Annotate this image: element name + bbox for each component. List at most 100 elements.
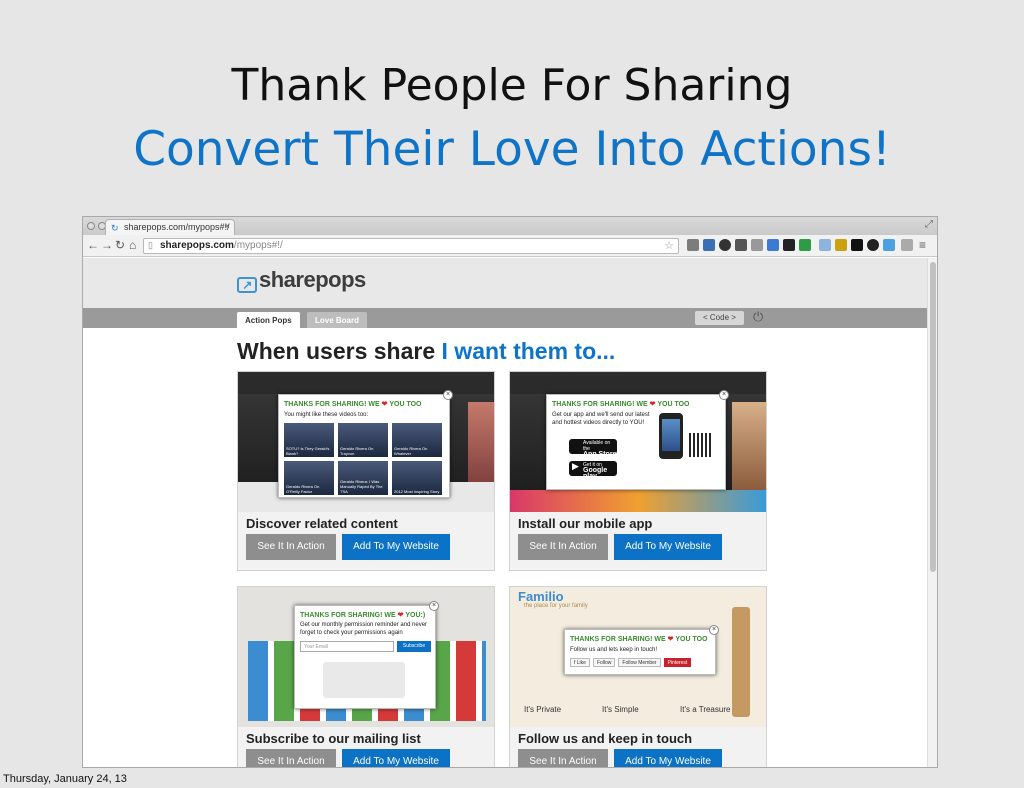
follow-member-button[interactable]: Follow Member: [618, 658, 661, 667]
add-to-my-website-button[interactable]: Add To My Website: [614, 534, 722, 560]
see-it-in-action-button[interactable]: See It In Action: [246, 749, 336, 767]
video-thumbnail[interactable]: 2012 Most Inspiring Story: [392, 461, 442, 495]
add-to-my-website-button[interactable]: Add To My Website: [614, 749, 722, 767]
code-button[interactable]: < Code >: [695, 311, 744, 325]
popup-close-icon[interactable]: ×: [443, 390, 453, 400]
scrollbar[interactable]: [927, 258, 937, 767]
extension-icon[interactable]: [835, 239, 847, 251]
see-it-in-action-button[interactable]: See It In Action: [518, 534, 608, 560]
extension-icon[interactable]: [719, 239, 731, 251]
popup-text: Get our app and we'll send our latest an…: [552, 412, 650, 426]
site-header: ↗ sharepops: [83, 258, 929, 308]
page-icon: ▯: [148, 240, 153, 250]
mailbox-illustration: [323, 662, 405, 698]
email-field[interactable]: Your Email: [300, 641, 394, 652]
heart-icon: ❤: [397, 612, 404, 619]
extension-icon[interactable]: [767, 239, 779, 251]
forward-icon[interactable]: →: [101, 238, 113, 252]
popup-close-icon[interactable]: ×: [719, 390, 729, 400]
sharepops-favicon-icon: ↻: [111, 223, 119, 233]
browser-tab[interactable]: ↻ sharepops.com/mypops#!/ ×: [105, 219, 235, 235]
slide-subtitle: Convert Their Love Into Actions!: [133, 122, 891, 177]
extension-icon[interactable]: [751, 239, 763, 251]
close-tab-icon[interactable]: ×: [225, 221, 230, 231]
reload-icon[interactable]: ↻: [115, 238, 125, 252]
extension-icon[interactable]: [735, 239, 747, 251]
tab-action-pops[interactable]: Action Pops: [237, 312, 300, 328]
familio-tagline: the place for your family: [524, 603, 588, 609]
extension-icon[interactable]: [867, 239, 879, 251]
play-icon: ▶: [572, 461, 579, 471]
heart-icon: ❤: [649, 401, 656, 408]
facebook-like-button[interactable]: f Like: [570, 658, 590, 667]
google-play-button[interactable]: ▶ Get it on Google play: [569, 461, 617, 480]
add-to-my-website-button[interactable]: Add To My Website: [342, 749, 450, 767]
fullscreen-icon[interactable]: ⤢: [925, 219, 933, 230]
card-screenshot: × THANKS FOR SHARING! WE ❤ YOU:) Get our…: [238, 587, 494, 727]
headline-prefix: When users share: [237, 338, 436, 364]
video-thumbnail[interactable]: Geraldo Rivera On Whatever: [392, 423, 442, 457]
heart-icon: ❤: [667, 636, 674, 643]
card-screenshot: × THANKS FOR SHARING! WE ❤ YOU TOO Get o…: [510, 372, 766, 512]
browser-tab-bar: ↻ sharepops.com/mypops#!/ × ⤢: [83, 217, 937, 235]
extension-icon[interactable]: [883, 239, 895, 251]
video-thumbnail[interactable]: Geraldo Rivera On Trayvon: [338, 423, 388, 457]
app-store-button[interactable]: Available on the App Store: [569, 439, 617, 458]
popup-text: Follow us and lets keep in touch!: [570, 647, 658, 653]
phone-image: [659, 413, 683, 459]
heart-icon: ❤: [381, 401, 388, 408]
card-screenshot: × THANKS FOR SHARING! WE ❤ YOU TOO You m…: [238, 372, 494, 512]
bookmark-star-icon[interactable]: ☆: [664, 239, 674, 252]
add-to-my-website-button[interactable]: Add To My Website: [342, 534, 450, 560]
card-install-app: × THANKS FOR SHARING! WE ❤ YOU TOO Get o…: [509, 371, 767, 571]
twitter-follow-button[interactable]: Follow: [592, 658, 616, 667]
extension-icon[interactable]: [783, 239, 795, 251]
social-buttons: f Like Follow Follow Member Pinterest: [570, 658, 692, 667]
mobile-app-popup: × THANKS FOR SHARING! WE ❤ YOU TOO Get o…: [546, 390, 729, 490]
url-domain: sharepops.com: [160, 240, 234, 251]
extension-icon[interactable]: [703, 239, 715, 251]
video-thumbnail[interactable]: Geraldo Rivera: I Was Manually Raped By …: [338, 461, 388, 495]
video-thumbnail[interactable]: Geraldo Rivera On O’Reilly Factor: [284, 461, 334, 495]
site-tab-strip: Action Pops Love Board < Code > ⏻: [83, 308, 929, 328]
slide-title: Thank People For Sharing: [231, 60, 793, 111]
subscribe-button[interactable]: Subscribe: [397, 641, 431, 652]
browser-tab-title: sharepops.com/mypops#!/: [124, 222, 230, 232]
card-mailing-list: × THANKS FOR SHARING! WE ❤ YOU:) Get our…: [237, 586, 495, 767]
video-thumbnail[interactable]: SOTU? Is They Gerald’s Blank?: [284, 423, 334, 457]
extension-icon[interactable]: [687, 239, 699, 251]
browser-toolbar: ← → ↻ ⌂ ▯ sharepops.com/mypops#!/ ☆ ≡: [83, 235, 937, 257]
home-icon[interactable]: ⌂: [129, 238, 136, 252]
url-path: /mypops#!/: [233, 240, 283, 251]
popup-text: You might like these videos too:: [284, 412, 369, 418]
menu-icon[interactable]: ≡: [919, 238, 926, 252]
pinterest-button[interactable]: Pinterest: [663, 658, 692, 667]
back-icon[interactable]: ←: [87, 238, 99, 252]
see-it-in-action-button[interactable]: See It In Action: [518, 749, 608, 767]
see-it-in-action-button[interactable]: See It In Action: [246, 534, 336, 560]
extension-icon[interactable]: [799, 239, 811, 251]
follow-us-popup: × THANKS FOR SHARING! WE ❤ YOU TOO Follo…: [564, 625, 719, 675]
card-discover-content: × THANKS FOR SHARING! WE ❤ YOU TOO You m…: [237, 371, 495, 571]
extension-icon[interactable]: [901, 239, 913, 251]
page-headline: When users share I want them to...: [237, 338, 615, 365]
qr-code-image: [689, 433, 713, 457]
headline-highlight: I want them to...: [441, 338, 616, 364]
footer-date: Thursday, January 24, 13: [3, 773, 127, 785]
address-bar[interactable]: ▯ sharepops.com/mypops#!/ ☆: [143, 238, 679, 254]
extension-icon[interactable]: [851, 239, 863, 251]
card-title: Subscribe to our mailing list: [246, 731, 421, 746]
popup-close-icon[interactable]: ×: [709, 625, 719, 635]
mailing-list-popup: × THANKS FOR SHARING! WE ❤ YOU:) Get our…: [294, 601, 439, 709]
familio-logo: Familio: [518, 589, 564, 604]
card-title: Follow us and keep in touch: [518, 731, 693, 746]
tab-love-board[interactable]: Love Board: [307, 312, 368, 328]
card-title: Install our mobile app: [518, 516, 653, 531]
browser-window: ↻ sharepops.com/mypops#!/ × ⤢ ← → ↻ ⌂ ▯ …: [82, 216, 938, 768]
extension-icon[interactable]: [819, 239, 831, 251]
page-viewport: ↗ sharepops Action Pops Love Board < Code…: [83, 258, 929, 767]
scrollbar-thumb[interactable]: [930, 262, 936, 572]
sharepops-logo[interactable]: ↗ sharepops: [237, 267, 366, 293]
power-icon[interactable]: ⏻: [753, 309, 763, 325]
popup-close-icon[interactable]: ×: [429, 601, 439, 611]
